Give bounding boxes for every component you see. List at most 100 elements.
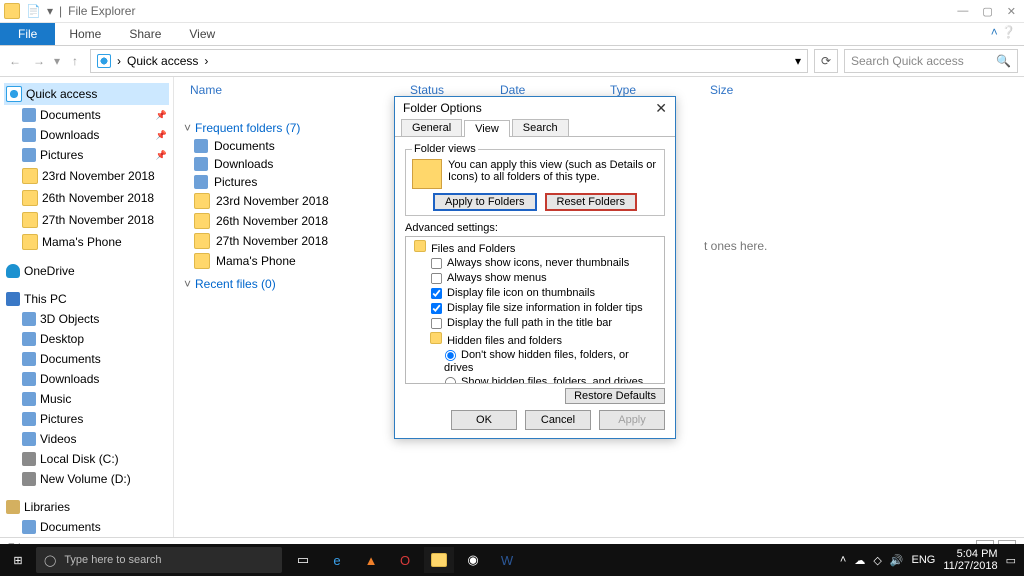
tray-lang[interactable]: ENG xyxy=(912,554,936,566)
dialog-title: Folder Options xyxy=(403,101,482,115)
sidebar-item[interactable]: Documents📌 xyxy=(4,105,169,125)
tree-item[interactable]: Display the full path in the title bar xyxy=(410,316,660,331)
sidebar-item[interactable]: Pictures📌 xyxy=(4,145,169,165)
sidebar-item[interactable]: 27th November 2018 xyxy=(4,209,169,231)
sidebar-item[interactable]: 26th November 2018 xyxy=(4,187,169,209)
tree-root[interactable]: Files and Folders xyxy=(410,239,660,256)
sidebar-item[interactable]: Desktop xyxy=(4,329,169,349)
ok-button[interactable]: OK xyxy=(451,410,517,430)
item-label: 27th November 2018 xyxy=(216,234,328,248)
window-minimize[interactable]: — xyxy=(957,5,968,18)
tray-up-icon[interactable]: ˄ xyxy=(840,554,846,566)
search-box[interactable]: Search Quick access 🔍 xyxy=(844,49,1018,73)
col-name[interactable]: Name xyxy=(190,83,370,111)
sidebar-item[interactable]: Pictures xyxy=(4,409,169,429)
ribbon-expand-icon[interactable]: ˄ ❔ xyxy=(983,23,1024,45)
sidebar-item[interactable]: Documents xyxy=(4,517,169,537)
tree-item[interactable]: Always show menus xyxy=(410,271,660,286)
tab-view[interactable]: View xyxy=(464,120,510,137)
checkbox[interactable] xyxy=(431,303,442,314)
cancel-button[interactable]: Cancel xyxy=(525,410,591,430)
sidebar-item[interactable]: 3D Objects xyxy=(4,309,169,329)
ribbon-tab-view[interactable]: View xyxy=(175,23,229,45)
sidebar-onedrive[interactable]: OneDrive xyxy=(4,261,169,281)
crumb-root[interactable]: Quick access xyxy=(127,54,198,68)
advanced-settings-tree[interactable]: Files and Folders Always show icons, nev… xyxy=(405,236,665,384)
chrome-icon[interactable]: ◉ xyxy=(458,547,488,573)
sidebar-item[interactable]: 23rd November 2018 xyxy=(4,165,169,187)
documents-icon xyxy=(22,108,36,122)
checkbox[interactable] xyxy=(431,318,442,329)
apply-button[interactable]: Apply xyxy=(599,410,665,430)
system-tray[interactable]: ˄ ☁ ◇ 🔊 ENG 5:04 PM 11/27/2018 ▭ xyxy=(840,548,1024,572)
checkbox[interactable] xyxy=(431,258,442,269)
sidebar-item[interactable]: Local Disk (C:) xyxy=(4,449,169,469)
sidebar-this-pc[interactable]: This PC xyxy=(4,289,169,309)
radio[interactable] xyxy=(445,350,456,361)
reset-folders-button[interactable]: Reset Folders xyxy=(545,193,637,211)
apply-to-folders-button[interactable]: Apply to Folders xyxy=(433,193,536,211)
action-center-icon[interactable]: ▭ xyxy=(1006,554,1016,567)
qat-save-icon[interactable]: 📄 xyxy=(26,4,41,18)
dialog-close[interactable]: ✕ xyxy=(655,100,667,117)
taskbar[interactable]: ⊞ ◯ Type here to search ▭ e ▲ O ◉ W ˄ ☁ … xyxy=(0,544,1024,576)
tab-general[interactable]: General xyxy=(401,119,462,136)
folder-icon xyxy=(194,253,210,269)
vlc-icon[interactable]: ▲ xyxy=(356,547,386,573)
tree-item[interactable]: Don't show hidden files, folders, or dri… xyxy=(410,348,660,375)
restore-defaults-button[interactable]: Restore Defaults xyxy=(565,388,665,404)
ribbon-tab-share[interactable]: Share xyxy=(115,23,175,45)
sidebar-label: This PC xyxy=(24,292,67,306)
edge-icon[interactable]: e xyxy=(322,547,352,573)
sidebar-item-label: Pictures xyxy=(40,148,83,162)
nav-pane[interactable]: Quick access Documents📌 Downloads📌 Pictu… xyxy=(0,77,174,537)
sidebar-item[interactable]: Documents xyxy=(4,349,169,369)
tray-volume-icon[interactable]: 🔊 xyxy=(890,554,904,567)
documents-icon xyxy=(22,520,36,534)
3d-icon xyxy=(22,312,36,326)
tree-item[interactable]: Always show icons, never thumbnails xyxy=(410,256,660,271)
taskbar-search[interactable]: ◯ Type here to search xyxy=(36,547,282,573)
tree-hidden-root[interactable]: Hidden files and folders xyxy=(410,331,660,348)
sidebar-item[interactable]: Downloads xyxy=(4,369,169,389)
col-size[interactable]: Size xyxy=(710,83,760,111)
sidebar-item-label: Downloads xyxy=(40,128,99,142)
disk-icon xyxy=(22,452,36,466)
task-view-icon[interactable]: ▭ xyxy=(288,547,318,573)
nav-back[interactable]: ← xyxy=(6,54,24,68)
tray-onedrive-icon[interactable]: ☁ xyxy=(854,554,865,567)
nav-up[interactable]: ↑ xyxy=(66,54,84,68)
sidebar-item[interactable]: Downloads📌 xyxy=(4,125,169,145)
breadcrumb[interactable]: › Quick access › ▾ xyxy=(90,49,808,73)
tree-item[interactable]: Display file icon on thumbnails xyxy=(410,286,660,301)
qat-dropdown[interactable]: ▾ xyxy=(47,4,53,18)
sidebar-libraries[interactable]: Libraries xyxy=(4,497,169,517)
nav-history-dropdown[interactable]: ▾ xyxy=(54,54,60,68)
sidebar-item[interactable]: Music xyxy=(4,389,169,409)
start-button[interactable]: ⊞ xyxy=(0,554,36,567)
tray-network-icon[interactable]: ◇ xyxy=(873,554,881,567)
window-maximize[interactable]: ▢ xyxy=(982,5,992,18)
taskbar-clock[interactable]: 5:04 PM 11/27/2018 xyxy=(943,548,997,572)
ribbon-tab-home[interactable]: Home xyxy=(55,23,115,45)
nav-refresh[interactable]: ⟳ xyxy=(814,49,838,73)
crumb-dropdown[interactable]: ▾ xyxy=(795,54,801,68)
tab-search[interactable]: Search xyxy=(512,119,569,136)
window-close[interactable]: ✕ xyxy=(1007,5,1016,18)
dialog-titlebar[interactable]: Folder Options ✕ xyxy=(395,97,675,119)
opera-icon[interactable]: O xyxy=(390,547,420,573)
explorer-icon[interactable] xyxy=(424,547,454,573)
sidebar-quick-access[interactable]: Quick access xyxy=(4,83,169,105)
checkbox[interactable] xyxy=(431,273,442,284)
address-bar-row: ← → ▾ ↑ › Quick access › ▾ ⟳ Search Quic… xyxy=(0,46,1024,77)
radio[interactable] xyxy=(445,377,456,384)
sidebar-item[interactable]: New Volume (D:) xyxy=(4,469,169,489)
sidebar-item[interactable]: Mama's Phone xyxy=(4,231,169,253)
ribbon-file[interactable]: File xyxy=(0,23,55,45)
checkbox[interactable] xyxy=(431,288,442,299)
word-icon[interactable]: W xyxy=(492,547,522,573)
sidebar-item[interactable]: Videos xyxy=(4,429,169,449)
nav-forward[interactable]: → xyxy=(30,54,48,68)
tree-item[interactable]: Display file size information in folder … xyxy=(410,301,660,316)
tree-item[interactable]: Show hidden files, folders, and drives xyxy=(410,375,660,384)
